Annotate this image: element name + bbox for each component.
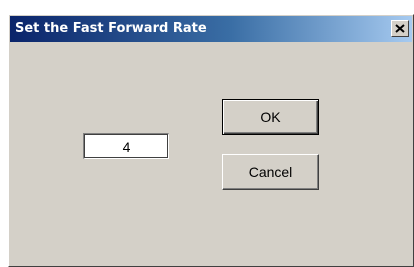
- fast-forward-rate-input[interactable]: [83, 133, 169, 159]
- cancel-button[interactable]: Cancel: [222, 154, 319, 190]
- window-title: Set the Fast Forward Rate: [15, 21, 207, 36]
- ok-button[interactable]: OK: [222, 99, 319, 135]
- fast-forward-rate-dialog: Set the Fast Forward Rate OK Cancel: [8, 14, 414, 267]
- close-icon: [395, 24, 405, 33]
- title-bar[interactable]: Set the Fast Forward Rate: [10, 16, 412, 42]
- close-button[interactable]: [391, 20, 409, 37]
